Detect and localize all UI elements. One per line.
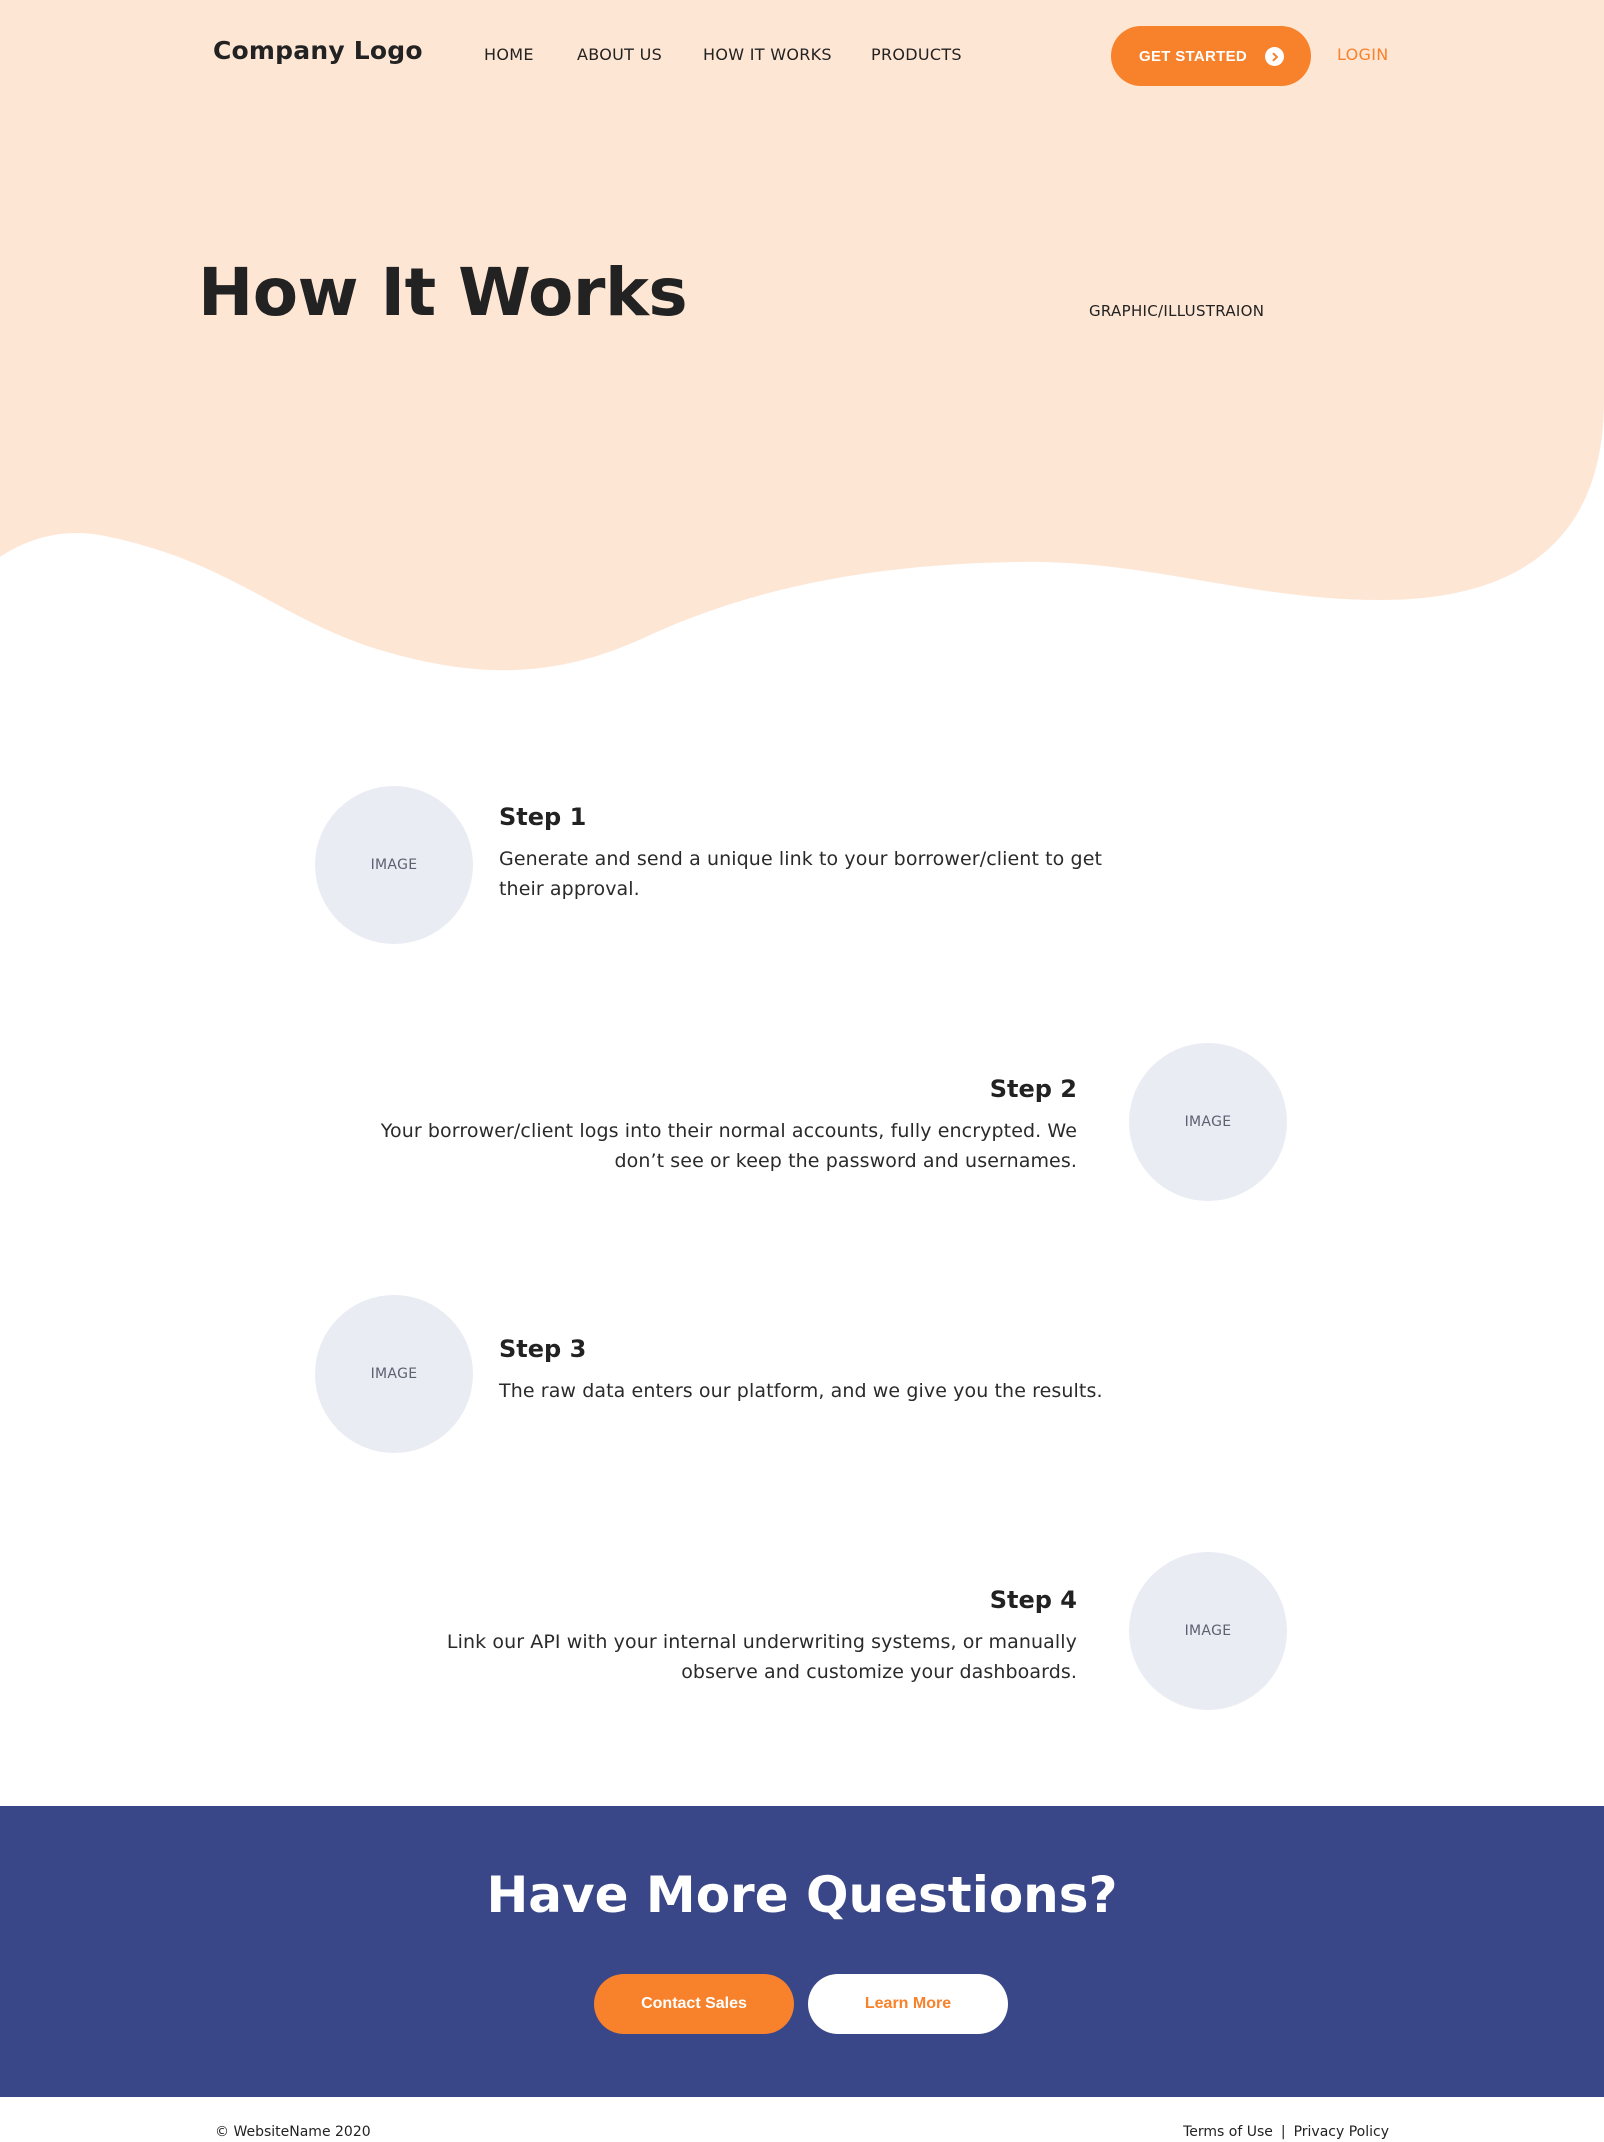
contact-sales-button[interactable]: Contact Sales [594,1974,794,2034]
nav-about-link[interactable]: ABOUT US [577,45,662,64]
login-link[interactable]: LOGIN [1337,45,1389,64]
step-2-text: Your borrower/client logs into their nor… [380,1120,1077,1172]
nav-how-it-works-link[interactable]: HOW IT WORKS [703,45,832,64]
step-2-image: IMAGE [1129,1043,1287,1201]
learn-more-button[interactable]: Learn More [808,1974,1008,2034]
footer-separator: | [1280,2124,1286,2140]
get-started-label: GET STARTED [1139,47,1248,65]
footer: © WebsiteName 2020 Terms of Use | Privac… [0,2097,1604,2142]
hero-section: Company Logo HOME ABOUT US HOW IT WORKS … [0,0,1604,700]
chevron-right-icon [1265,47,1284,66]
step-3-text: The raw data enters our platform, and we… [499,1380,1103,1402]
step-1-text: Generate and send a unique link to your … [499,848,1103,900]
step-2-title: Step 2 [989,1075,1077,1103]
nav-home-link[interactable]: HOME [484,45,534,64]
step-3-image: IMAGE [315,1295,473,1453]
terms-of-use-link[interactable]: Terms of Use [1183,2124,1273,2140]
step-1-title: Step 1 [499,803,587,831]
questions-cta-section: Have More Questions? Contact Sales Learn… [0,1806,1604,2097]
step-1-image: IMAGE [315,786,473,944]
step-4-text: Link our API with your internal underwri… [446,1631,1077,1683]
nav-products-link[interactable]: PRODUCTS [871,45,962,64]
step-3-title: Step 3 [499,1335,587,1363]
top-navigation: Company Logo HOME ABOUT US HOW IT WORKS … [0,0,1604,112]
cta-title: Have More Questions? [486,1866,1118,1924]
copyright-text: © WebsiteName 2020 [215,2124,371,2140]
step-4-image: IMAGE [1129,1552,1287,1710]
footer-links: Terms of Use | Privacy Policy [1183,2124,1389,2140]
step-4-title: Step 4 [989,1586,1077,1614]
company-logo[interactable]: Company Logo [213,36,423,65]
hero-graphic-placeholder: GRAPHIC/ILLUSTRAION [1089,302,1265,320]
page-title: How It Works [198,254,688,331]
privacy-policy-link[interactable]: Privacy Policy [1294,2124,1389,2140]
get-started-button[interactable]: GET STARTED [1111,26,1311,86]
